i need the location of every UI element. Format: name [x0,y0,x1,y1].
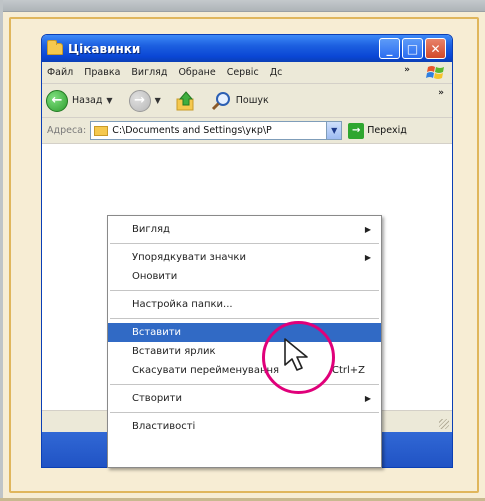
address-input[interactable]: C:\Documents and Settings\укр\Р ▼ [90,121,343,140]
submenu-arrow-icon: ▶ [364,225,371,234]
back-dropdown-icon[interactable]: ▼ [106,96,112,105]
menu-file[interactable]: Файл [47,67,73,78]
standard-toolbar: ← Назад ▼ → ▼ Пошук » [42,84,452,118]
menu-item-properties[interactable]: Властивості [108,417,381,436]
folder-icon [94,125,109,136]
menu-item-undo-rename[interactable]: Скасувати перейменування Ctrl+Z [108,361,381,380]
window-controls: _ □ ✕ [379,38,446,59]
menu-separator [110,384,379,385]
menu-tools[interactable]: Сервіс [227,67,259,78]
menu-item-paste[interactable]: Вставити [108,323,381,342]
forward-arrow-icon[interactable]: → [128,89,151,112]
go-button-label[interactable]: Перехід [367,125,407,136]
menu-favorites[interactable]: Обране [178,67,215,78]
go-arrow-icon[interactable]: → [348,122,365,139]
maximize-button[interactable]: □ [402,38,423,59]
menu-separator [110,412,379,413]
address-bar: Адреса: C:\Documents and Settings\укр\Р … [42,118,452,144]
menu-item-label: Вставити [132,327,182,338]
forward-dropdown-icon[interactable]: ▼ [155,96,161,105]
menu-bar: Файл Правка Вигляд Обране Сервіс Дс » [42,62,452,84]
context-menu: Вигляд ▶ Упорядкувати значки ▶ Оновити Н… [107,215,382,468]
address-dropdown-icon[interactable]: ▼ [326,122,342,139]
menu-item-label: Скасувати перейменування [132,365,280,376]
close-icon: ✕ [430,41,441,56]
menu-item-label: Вигляд [132,224,170,235]
up-folder-icon[interactable] [175,90,197,112]
search-button-label[interactable]: Пошук [236,95,269,106]
menu-item-label: Упорядкувати значки [132,252,246,263]
submenu-arrow-icon: ▶ [364,253,371,262]
menu-help[interactable]: Дс [270,67,283,78]
menu-view[interactable]: Вигляд [131,67,167,78]
address-label: Адреса: [47,125,87,136]
window-title: Цікавинки [68,41,141,56]
search-icon[interactable] [211,90,233,112]
back-button-label[interactable]: Назад [72,95,102,106]
page-left-edge [0,0,3,501]
menu-item-label: Вставити ярлик [132,346,216,357]
menu-separator [110,318,379,319]
maximize-icon: □ [406,41,419,56]
resize-grip-icon[interactable] [439,419,449,429]
toolbar-overflow-icon[interactable]: » [438,88,444,98]
menu-item-customize-folder[interactable]: Настройка папки... [108,295,381,314]
submenu-arrow-icon: ▶ [364,394,371,403]
title-bar[interactable]: Цікавинки _ □ ✕ [42,35,452,62]
menu-item-arrange-icons[interactable]: Упорядкувати значки ▶ [108,248,381,267]
menu-item-shortcut: Ctrl+Z [331,365,365,376]
page-top-bar [0,0,485,12]
menu-item-paste-shortcut[interactable]: Вставити ярлик [108,342,381,361]
menu-item-label: Створити [132,393,182,404]
folder-icon [47,39,63,55]
minimize-icon: _ [386,41,393,56]
menu-item-new[interactable]: Створити ▶ [108,389,381,408]
windows-logo-icon [426,66,444,79]
menu-overflow-icon[interactable]: » [404,65,410,75]
address-value: C:\Documents and Settings\укр\Р [112,125,272,136]
menu-separator [110,243,379,244]
menu-item-label: Властивості [132,421,196,432]
mouse-cursor-icon [284,338,308,371]
minimize-button[interactable]: _ [379,38,400,59]
menu-item-refresh[interactable]: Оновити [108,267,381,286]
back-arrow-icon[interactable]: ← [46,89,68,112]
menu-item-label: Настройка папки... [132,299,233,310]
menu-item-view[interactable]: Вигляд ▶ [108,220,381,239]
menu-edit[interactable]: Правка [84,67,120,78]
menu-separator [110,290,379,291]
menu-item-label: Оновити [132,271,178,282]
close-button[interactable]: ✕ [425,38,446,59]
